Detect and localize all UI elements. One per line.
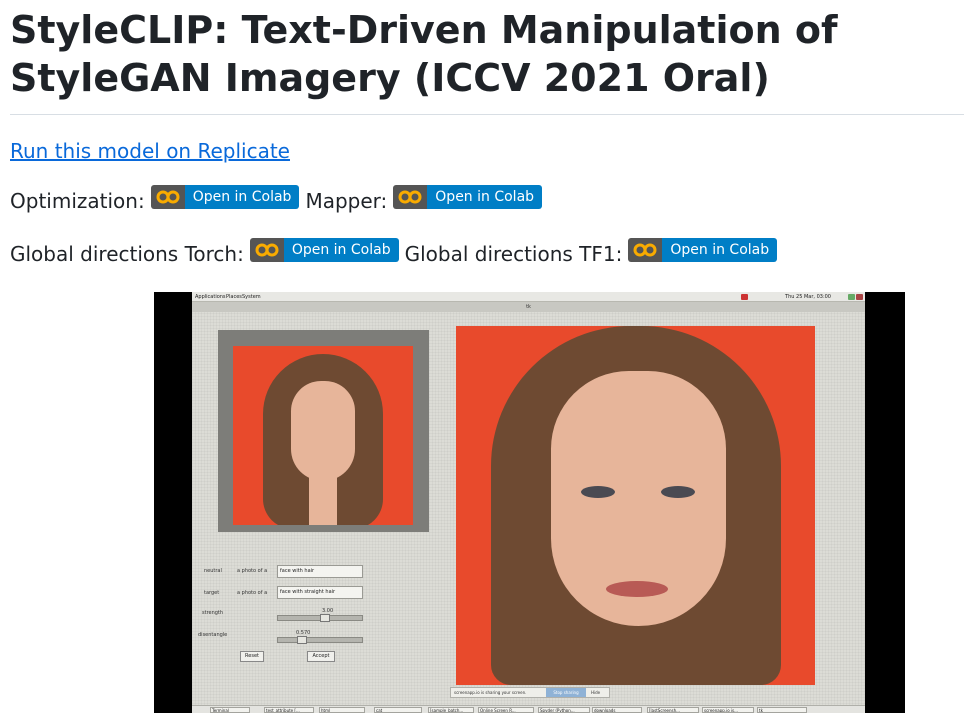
face-shape — [291, 381, 355, 481]
strength-label: strength — [202, 610, 224, 616]
panel-menu-places: Places — [226, 294, 242, 300]
taskbar-item[interactable]: downloads — [592, 707, 642, 713]
disentangle-label: disentangle — [198, 632, 228, 638]
share-bar-text: screenapp.io is sharing your screen. — [454, 690, 527, 695]
taskbar-item[interactable]: screenapp.io is... — [702, 707, 754, 713]
edited-face-image — [456, 326, 815, 685]
taskbar-item[interactable]: [sample_batch... — [428, 707, 474, 713]
neutral-label: neutral — [204, 568, 222, 574]
desktop-taskbar: Terminal test_attribute [... html cat [s… — [192, 705, 865, 713]
target-text-field[interactable]: face with straight hair — [277, 586, 363, 599]
taskbar-item[interactable]: Terminal — [210, 707, 250, 713]
taskbar-item[interactable]: cat — [374, 707, 422, 713]
open-in-colab-label: Open in Colab — [662, 238, 778, 262]
demo-video[interactable]: Applications Places System Thu 25 Mar, 0… — [154, 292, 905, 713]
taskbar-item[interactable]: Online Screen R... — [478, 707, 534, 713]
optimization-label: Optimization: — [10, 189, 145, 213]
right-eye-shape — [661, 486, 695, 498]
desktop-top-panel: Applications Places System Thu 25 Mar, 0… — [192, 292, 865, 302]
colab-badge-global-torch[interactable]: Open in Colab — [249, 238, 399, 262]
accept-button[interactable]: Accept — [307, 651, 335, 662]
tray-icon — [848, 294, 855, 300]
stop-sharing-button[interactable]: Stop sharing — [546, 688, 586, 697]
left-eye-shape — [581, 486, 615, 498]
colab-badge-global-tf1[interactable]: Open in Colab — [628, 238, 778, 262]
replicate-link[interactable]: Run this model on Replicate — [10, 138, 290, 164]
page-title: StyleCLIP: Text-Driven Manipulation of S… — [10, 8, 838, 100]
window-title: tk — [192, 302, 865, 312]
badge-row-global-directions: Global directions Torch: Open in Colab G… — [10, 238, 778, 269]
colab-badge-mapper[interactable]: Open in Colab — [393, 185, 543, 209]
disentangle-slider[interactable] — [277, 637, 363, 643]
colab-logo-icon — [249, 238, 284, 262]
badge-row-optimization-mapper: Optimization: Open in Colab Mapper: Open… — [10, 185, 543, 216]
mapper-label: Mapper: — [305, 189, 388, 213]
open-in-colab-label: Open in Colab — [184, 185, 300, 209]
taskbar-item[interactable]: tk — [757, 707, 807, 713]
disentangle-slider-thumb[interactable] — [297, 636, 307, 644]
taskbar-item[interactable]: [lastScreensh... — [647, 707, 699, 713]
hide-button[interactable]: Hide — [591, 688, 600, 697]
global-directions-tf1-label: Global directions TF1: — [404, 242, 623, 266]
open-in-colab-label: Open in Colab — [283, 238, 399, 262]
colab-logo-icon — [628, 238, 663, 262]
source-face-image — [233, 346, 413, 525]
demo-desktop: Applications Places System Thu 25 Mar, 0… — [192, 292, 865, 713]
panel-clock: Thu 25 Mar, 03:00 — [785, 294, 831, 300]
reset-button[interactable]: Reset — [240, 651, 264, 662]
colab-logo-icon — [393, 185, 428, 209]
open-in-colab-label: Open in Colab — [427, 185, 543, 209]
colab-logo-icon — [150, 185, 185, 209]
lips-shape — [606, 581, 668, 597]
power-icon — [856, 294, 863, 300]
panel-menu-applications: Applications — [195, 294, 226, 300]
flag-icon — [741, 294, 748, 300]
taskbar-item[interactable]: Spyder (Python... — [538, 707, 590, 713]
neutral-prompt-prefix: a photo of a — [237, 568, 268, 574]
panel-menu-system: System — [242, 294, 261, 300]
taskbar-item[interactable]: html — [319, 707, 365, 713]
strength-slider-thumb[interactable] — [320, 614, 330, 622]
neck-shape — [309, 474, 337, 525]
target-prompt-prefix: a photo of a — [237, 590, 268, 596]
neutral-text-field[interactable]: face with hair — [277, 565, 363, 578]
global-directions-torch-label: Global directions Torch: — [10, 242, 244, 266]
taskbar-item[interactable]: test_attribute [... — [264, 707, 314, 713]
colab-badge-optimization[interactable]: Open in Colab — [150, 185, 300, 209]
target-label: target — [204, 590, 220, 596]
screen-share-bar: screenapp.io is sharing your screen. Sto… — [450, 687, 610, 698]
title-divider — [10, 114, 964, 115]
